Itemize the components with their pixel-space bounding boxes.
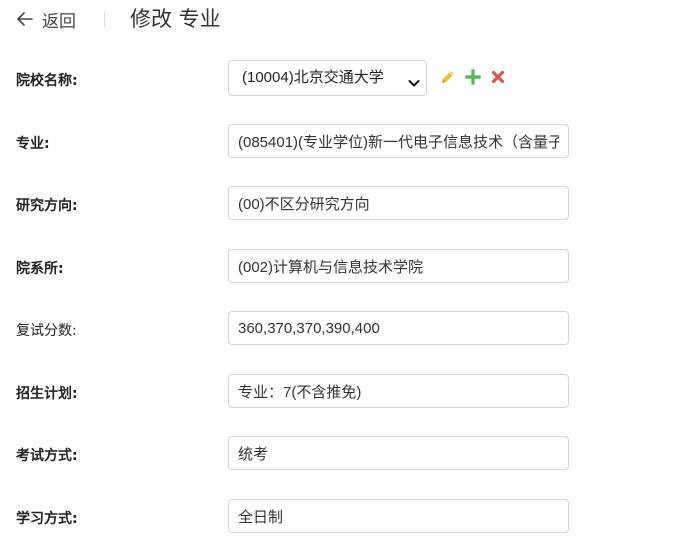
exam-method-input[interactable]	[238, 437, 559, 469]
retest-scores-input[interactable]	[238, 312, 559, 344]
exam-method-field[interactable]	[228, 436, 569, 470]
form-row-study-mode: 学习方式:	[0, 499, 678, 535]
major-input[interactable]	[238, 125, 559, 157]
form-row-school: 院校名称: (10004)北京交通大学	[0, 60, 678, 96]
page-title: 修改 专业	[130, 7, 221, 31]
direction-input[interactable]	[238, 187, 559, 219]
enrollment-plan-field[interactable]	[228, 374, 569, 408]
direction-field[interactable]	[228, 186, 569, 220]
page-header: 返回 修改 专业	[0, 0, 678, 40]
form-row-direction: 研究方向:	[0, 186, 678, 222]
form-row-exam-method: 考试方式:	[0, 436, 678, 472]
form-row-major: 专业:	[0, 124, 678, 160]
back-label: 返回	[42, 11, 76, 32]
department-label: 院系所:	[16, 261, 64, 277]
exam-method-label: 考试方式:	[16, 448, 78, 464]
back-button[interactable]: 返回	[17, 6, 76, 32]
study-mode-input[interactable]	[238, 500, 559, 532]
plus-icon[interactable]	[464, 68, 482, 86]
enrollment-plan-label: 招生计划:	[16, 386, 78, 402]
form-row-enrollment-plan: 招生计划:	[0, 374, 678, 410]
header-divider	[104, 11, 105, 27]
chevron-down-icon	[408, 73, 420, 92]
form-row-retest-scores: 复试分数:	[0, 311, 678, 347]
enrollment-plan-input[interactable]	[238, 375, 559, 407]
school-select[interactable]: (10004)北京交通大学	[228, 60, 427, 96]
major-label: 专业:	[16, 136, 50, 152]
major-field[interactable]	[228, 124, 569, 158]
retest-scores-field[interactable]	[228, 311, 569, 345]
department-input[interactable]	[238, 250, 559, 282]
form-row-department: 院系所:	[0, 249, 678, 285]
direction-label: 研究方向:	[16, 198, 78, 214]
close-icon[interactable]	[489, 68, 507, 86]
pencil-icon[interactable]	[439, 68, 457, 86]
study-mode-field[interactable]	[228, 499, 569, 533]
study-mode-label: 学习方式:	[16, 511, 78, 527]
department-field[interactable]	[228, 249, 569, 283]
retest-scores-label: 复试分数:	[16, 323, 77, 339]
arrow-left-icon	[17, 12, 33, 26]
school-label: 院校名称:	[16, 73, 78, 89]
school-select-value: (10004)北京交通大学	[242, 69, 384, 86]
